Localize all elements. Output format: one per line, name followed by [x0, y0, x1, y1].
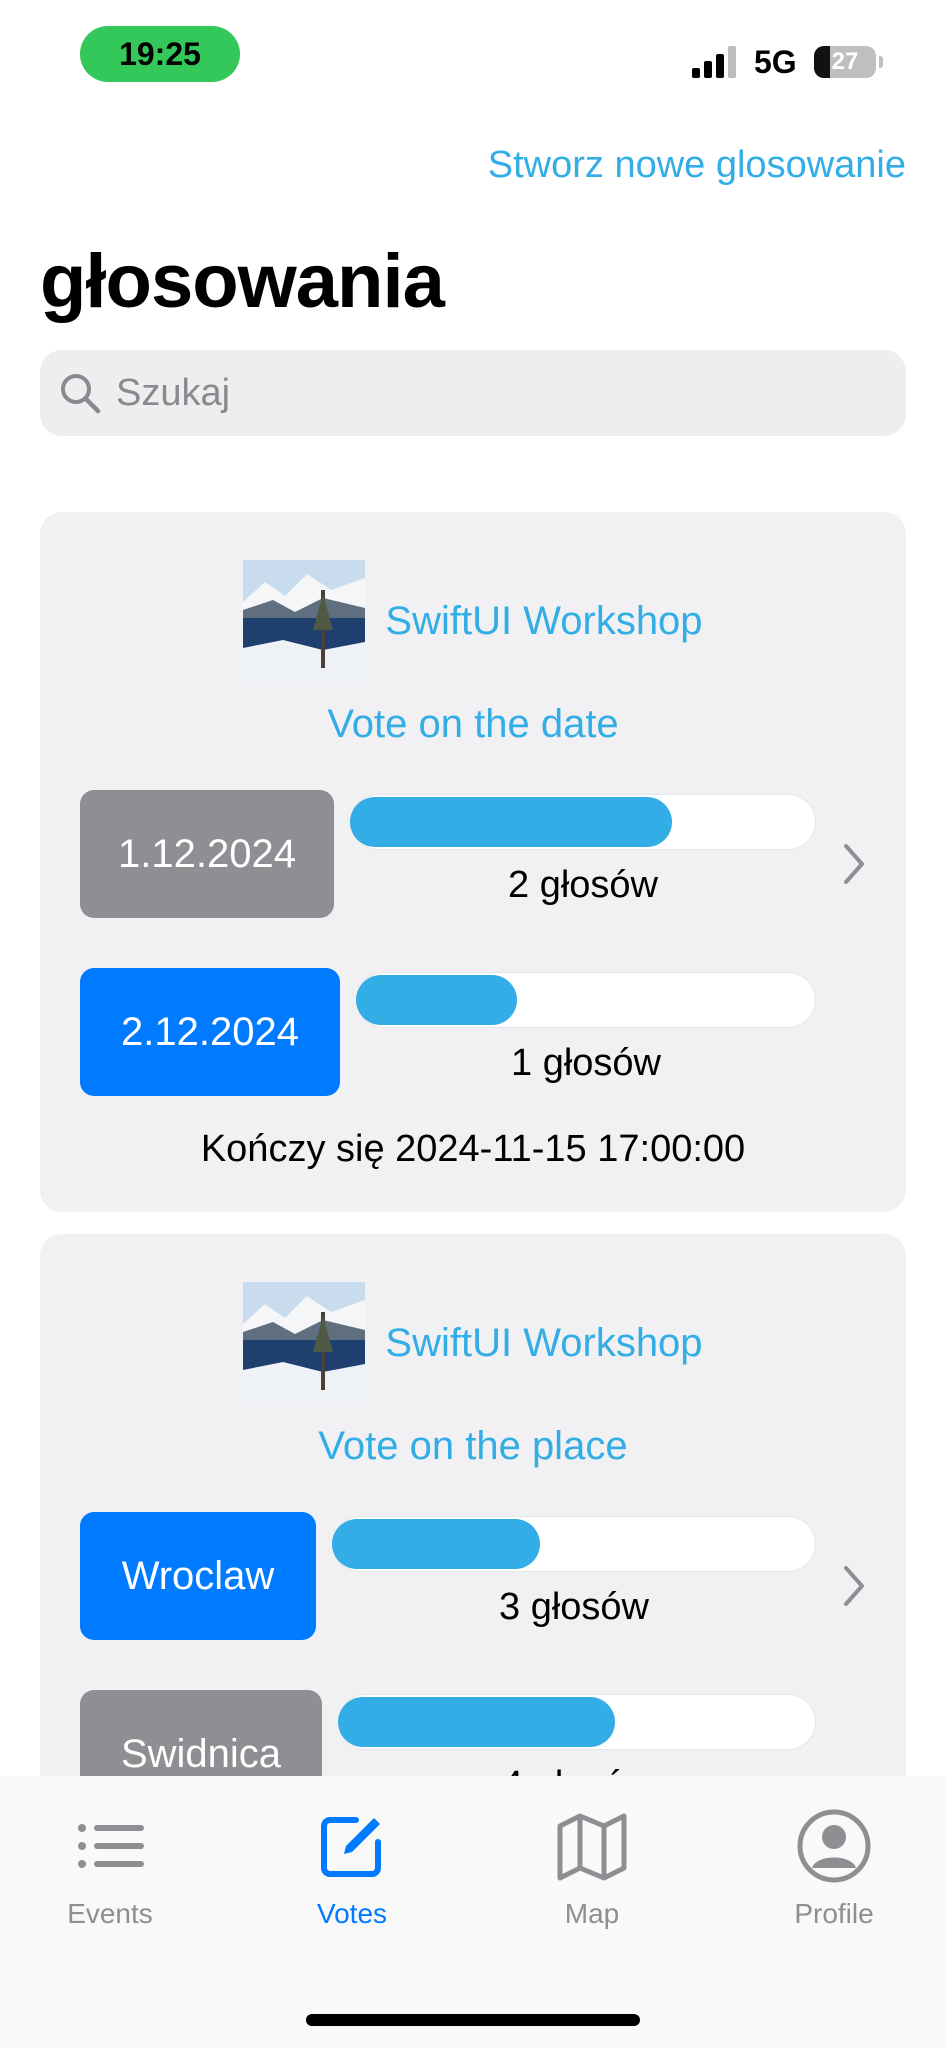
votes-list[interactable]: SwiftUI Workshop Vote on the date 1.12.2… — [0, 470, 946, 1776]
vote-count: 2 głosów — [508, 864, 658, 906]
vote-card[interactable]: SwiftUI Workshop Vote on the date 1.12.2… — [40, 512, 906, 1212]
vote-count: 4 głosów — [338, 1764, 816, 1776]
vote-progress-bar — [338, 1694, 816, 1750]
battery-tip — [879, 56, 883, 68]
map-icon — [557, 1813, 627, 1881]
chevron-right-icon[interactable] — [842, 842, 866, 886]
status-bar: 19:25 5G 27 — [0, 0, 946, 110]
vote-option-chip[interactable]: 1.12.2024 — [80, 790, 334, 918]
compose-icon — [321, 1817, 381, 1877]
search-icon — [61, 374, 101, 414]
create-vote-link[interactable]: Stworz nowe glosowanie — [488, 144, 906, 187]
vote-card-header: SwiftUI Workshop — [40, 1282, 906, 1404]
network-type: 5G — [754, 44, 797, 80]
event-thumbnail — [243, 560, 366, 682]
vote-subject: Vote on the date — [327, 702, 619, 746]
home-indicator — [306, 2014, 640, 2026]
tab-profile[interactable]: Profile — [744, 1806, 924, 1930]
tab-map[interactable]: Map — [502, 1806, 682, 1930]
page-title: głosowania — [40, 239, 445, 324]
person-circle-icon — [797, 1809, 871, 1883]
vote-progress-fill — [350, 797, 672, 847]
vote-card-header: SwiftUI Workshop — [40, 560, 906, 682]
tab-label: Profile — [794, 1898, 874, 1929]
vote-progress-bar — [356, 972, 816, 1028]
vote-option-chip[interactable]: Wroclaw — [80, 1512, 316, 1640]
event-name: SwiftUI Workshop — [385, 1320, 703, 1365]
vote-option-chip[interactable]: Swidnica — [80, 1690, 322, 1776]
vote-count: 1 głosów — [511, 1042, 661, 1084]
tab-label: Events — [67, 1898, 153, 1929]
vote-end-date: Kończy się 2024-11-15 17:00:00 — [200, 1128, 746, 1170]
vote-option-chip[interactable]: 2.12.2024 — [80, 968, 340, 1096]
vote-progress-fill — [338, 1697, 616, 1747]
tab-events[interactable]: Events — [20, 1806, 200, 1930]
cellular-signal-icon — [692, 46, 736, 78]
list-icon — [78, 1824, 144, 1868]
vote-count: 3 głosów — [499, 1586, 649, 1628]
vote-progress-bar — [350, 794, 816, 850]
vote-progress-fill — [332, 1519, 541, 1569]
vote-progress-bar — [332, 1516, 816, 1572]
battery-icon: 27 — [814, 46, 876, 78]
tab-bar: Events Votes Map Profile — [0, 1776, 946, 2048]
search-bar[interactable] — [40, 350, 906, 436]
vote-subject: Vote on the place — [318, 1424, 628, 1468]
event-name: SwiftUI Workshop — [385, 598, 703, 643]
tab-label: Map — [564, 1898, 620, 1929]
event-thumbnail — [243, 1282, 366, 1404]
battery-level: 27 — [831, 48, 859, 75]
search-input[interactable] — [116, 371, 876, 415]
vote-progress-fill — [356, 975, 517, 1025]
vote-card[interactable]: SwiftUI Workshop Vote on the place Wrocl… — [40, 1234, 906, 1776]
tab-label: Votes — [316, 1898, 388, 1929]
votes-screen: 19:25 5G 27 Stworz nowe glosowanie głoso… — [0, 0, 946, 2048]
tab-votes[interactable]: Votes — [262, 1806, 442, 1930]
status-time: 19:25 — [80, 26, 240, 82]
chevron-right-icon[interactable] — [842, 1564, 866, 1608]
